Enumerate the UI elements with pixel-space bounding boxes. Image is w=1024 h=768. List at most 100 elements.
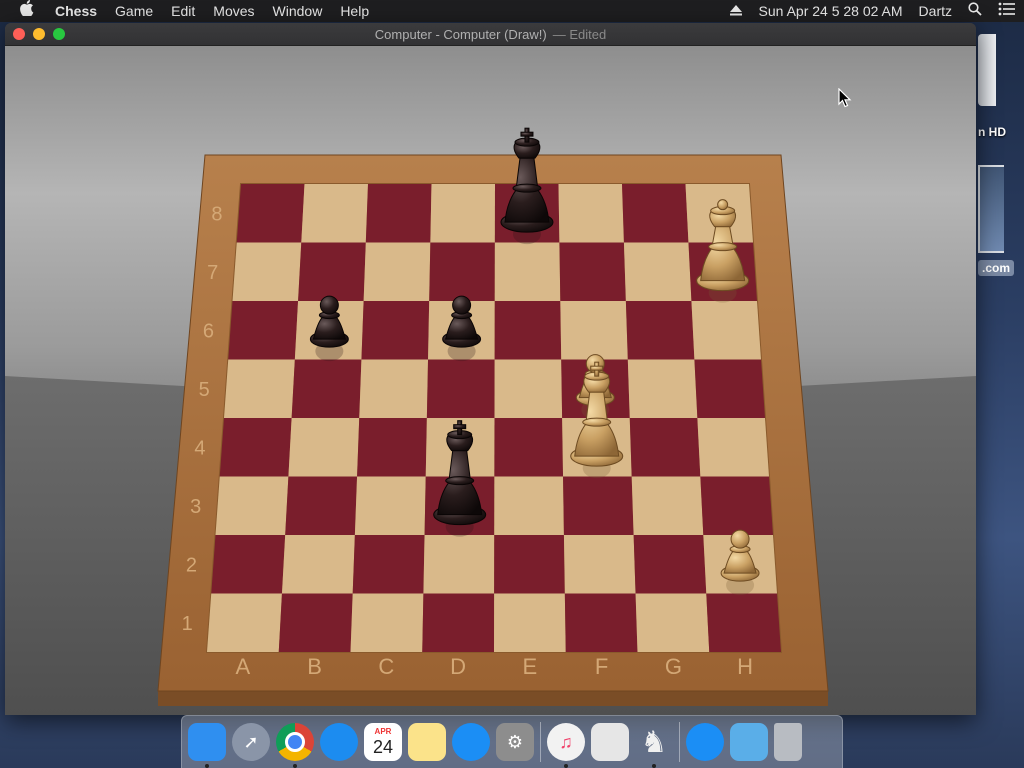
app-store-downloads-icon[interactable] [686, 723, 724, 761]
rank-label-2: 2 [186, 554, 197, 576]
apple-menu-icon[interactable] [0, 0, 46, 22]
spotlight-search-icon[interactable] [960, 0, 990, 22]
file-label-f: F [595, 654, 608, 679]
menu-window[interactable]: Window [264, 0, 332, 22]
square-b2[interactable] [281, 535, 355, 594]
square-g8[interactable] [622, 184, 689, 243]
minimize-window-button[interactable] [33, 28, 45, 40]
system-preferences-icon[interactable]: ⚙ [496, 723, 534, 761]
square-g3[interactable] [631, 476, 704, 536]
preview-icon[interactable] [591, 723, 629, 761]
running-indicator [293, 764, 297, 768]
square-e3[interactable] [494, 476, 564, 536]
square-d8[interactable] [430, 184, 495, 243]
window-titlebar[interactable]: Computer - Computer (Draw!) — Edited [5, 23, 976, 46]
music-icon[interactable]: ♫ [547, 723, 585, 768]
chess-icon[interactable]: ♞ [635, 723, 673, 768]
square-a4[interactable] [219, 418, 292, 477]
hard-disk-icon[interactable] [978, 34, 996, 106]
notes-icon[interactable] [408, 723, 446, 761]
menu-user[interactable]: Dartz [911, 0, 960, 22]
eject-icon[interactable] [721, 0, 751, 22]
square-h5[interactable] [694, 359, 765, 419]
chrome-icon[interactable] [276, 723, 314, 768]
square-a6[interactable] [228, 301, 299, 360]
square-b1[interactable] [278, 593, 353, 653]
menu-app-name[interactable]: Chess [46, 0, 106, 22]
square-h6[interactable] [691, 301, 761, 360]
square-f8[interactable] [558, 184, 624, 243]
dock-separator [679, 722, 680, 762]
zoom-window-button[interactable] [53, 28, 65, 40]
app-store-icon[interactable] [452, 723, 490, 761]
square-b3[interactable] [285, 476, 358, 536]
square-f6[interactable] [560, 301, 628, 360]
running-indicator [205, 764, 209, 768]
square-b7[interactable] [298, 242, 366, 302]
square-b8[interactable] [301, 184, 368, 243]
square-g1[interactable] [635, 593, 710, 653]
menu-clock[interactable]: Sun Apr 24 5 28 02 AM [751, 0, 911, 22]
square-c6[interactable] [361, 301, 430, 360]
calendar-icon[interactable]: APR 24 [364, 723, 402, 761]
square-a8[interactable] [236, 184, 305, 243]
downloads-folder-icon[interactable] [730, 723, 768, 761]
square-c3[interactable] [354, 476, 426, 536]
square-g7[interactable] [623, 242, 692, 302]
running-indicator [564, 764, 568, 768]
square-g4[interactable] [629, 418, 701, 477]
square-b5[interactable] [291, 359, 362, 419]
rank-label-6: 6 [203, 320, 214, 342]
square-d7[interactable] [429, 242, 495, 302]
square-f3[interactable] [563, 476, 634, 536]
square-e4[interactable] [494, 418, 564, 477]
square-d5[interactable] [426, 359, 495, 419]
menu-help[interactable]: Help [331, 0, 378, 22]
notification-center-icon[interactable] [990, 0, 1024, 22]
launchpad-icon[interactable]: ➚ [232, 723, 270, 761]
chess-board[interactable]: A B C D E F G H 1 2 3 4 5 6 7 8 [5, 46, 976, 715]
board-squares[interactable] [207, 184, 781, 652]
square-c7[interactable] [363, 242, 431, 302]
rank-label-7: 7 [207, 262, 218, 284]
square-f1[interactable] [564, 593, 638, 653]
square-b4[interactable] [288, 418, 360, 477]
square-e2[interactable] [494, 535, 565, 594]
close-window-button[interactable] [13, 28, 25, 40]
square-h1[interactable] [706, 593, 781, 653]
square-g2[interactable] [633, 535, 707, 594]
square-f7[interactable] [559, 242, 626, 302]
menu-moves[interactable]: Moves [204, 0, 263, 22]
menu-edit[interactable]: Edit [162, 0, 204, 22]
square-h3[interactable] [700, 476, 773, 536]
square-d2[interactable] [423, 535, 495, 594]
square-e7[interactable] [494, 242, 561, 302]
square-a2[interactable] [211, 535, 286, 594]
desktop-file-icon[interactable] [978, 165, 1004, 253]
dock: ➚ APR 24 ⚙ ♫ ♞ [181, 715, 843, 768]
square-e6[interactable] [494, 301, 562, 360]
square-c2[interactable] [352, 535, 425, 594]
menu-game[interactable]: Game [106, 0, 162, 22]
square-h4[interactable] [697, 418, 769, 477]
square-c1[interactable] [350, 593, 424, 653]
rank-label-4: 4 [194, 437, 205, 459]
desktop-file-label: .com [978, 260, 1015, 276]
square-c4[interactable] [357, 418, 427, 477]
finder-icon[interactable] [188, 723, 226, 768]
square-a5[interactable] [224, 359, 295, 419]
square-g6[interactable] [625, 301, 695, 360]
square-a1[interactable] [207, 593, 282, 653]
square-a3[interactable] [215, 476, 289, 536]
safari-icon[interactable] [320, 723, 358, 761]
square-g5[interactable] [627, 359, 698, 419]
square-d1[interactable] [422, 593, 495, 653]
trash-icon[interactable] [774, 723, 802, 761]
square-c5[interactable] [359, 359, 429, 419]
square-e1[interactable] [494, 593, 566, 653]
square-e5[interactable] [494, 359, 563, 419]
square-f2[interactable] [563, 535, 636, 594]
square-a7[interactable] [232, 242, 302, 302]
calendar-day: 24 [372, 737, 394, 757]
square-c8[interactable] [365, 184, 432, 243]
